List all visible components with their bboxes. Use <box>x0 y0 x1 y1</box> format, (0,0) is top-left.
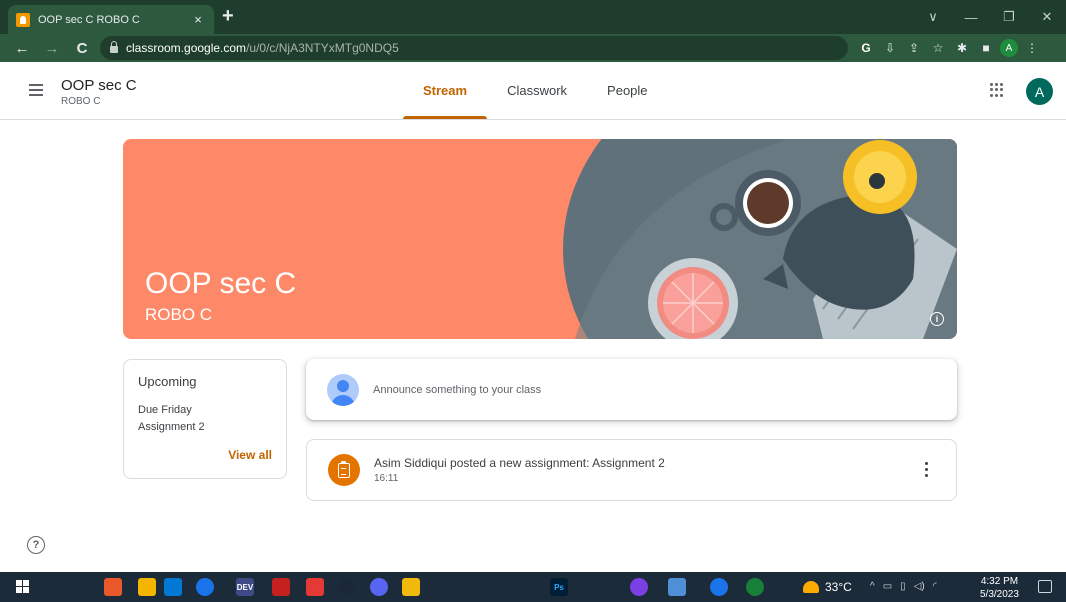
announce-box[interactable]: Announce something to your class <box>306 359 957 420</box>
install-app-icon[interactable]: ⇩ <box>880 38 900 58</box>
classroom-favicon-icon <box>16 12 30 27</box>
windows-taskbar: DEV Ps 33°C ^ ▭ ▯ ◁) ◜ 4:32 PM 5/3/2023 <box>0 572 1066 602</box>
weather-sun-icon <box>803 581 819 593</box>
browser-profile-icon[interactable]: A <box>1000 39 1018 57</box>
chrome-icon[interactable] <box>196 578 214 596</box>
volume-icon[interactable]: ◁) <box>914 581 925 592</box>
tab-title: OOP sec C ROBO C <box>38 13 140 26</box>
side-panel-icon[interactable]: ■ <box>976 38 996 58</box>
minimize-button[interactable]: — <box>952 0 990 34</box>
class-banner: OOP sec C ROBO C i <box>123 139 957 339</box>
classroom-header: OOP sec C ROBO C Stream Classwork People… <box>0 62 1066 120</box>
help-icon[interactable]: ? <box>27 536 45 554</box>
class-section: ROBO C <box>61 96 101 107</box>
battery-icon[interactable]: ▯ <box>900 581 906 592</box>
class-nav-tabs: Stream Classwork People <box>403 62 668 119</box>
post-body: Asim Siddiqui posted a new assignment: A… <box>374 456 665 484</box>
assignment-icon <box>328 454 360 486</box>
chrome-active-icon[interactable] <box>746 578 764 596</box>
announce-placeholder[interactable]: Announce something to your class <box>373 384 541 396</box>
weather-widget[interactable]: 33°C <box>803 580 852 594</box>
upcoming-title: Upcoming <box>138 374 197 389</box>
google-extension-icon[interactable]: G <box>856 38 876 58</box>
banner-illustration <box>563 139 957 339</box>
info-icon[interactable]: i <box>930 312 944 326</box>
post-time: 16:11 <box>374 473 399 484</box>
file-explorer-icon[interactable] <box>138 578 156 596</box>
more-options-icon[interactable] <box>925 462 929 477</box>
bookmark-star-icon[interactable]: ☆ <box>928 38 948 58</box>
media-app-icon[interactable] <box>630 578 648 596</box>
clock-time: 4:32 PM <box>980 576 1019 587</box>
devcpp-icon[interactable] <box>272 578 290 596</box>
vscode-icon[interactable] <box>164 578 182 596</box>
url-path: /u/0/c/NjA3NTYxMTg0NDQ5 <box>246 41 399 55</box>
upcoming-assignment-link[interactable]: Assignment 2 <box>138 421 272 433</box>
class-title[interactable]: OOP sec C <box>61 77 137 94</box>
tab-stream[interactable]: Stream <box>403 62 488 119</box>
account-avatar[interactable]: A <box>1026 78 1053 105</box>
browser-tab-classroom[interactable]: OOP sec C ROBO C × <box>8 5 214 34</box>
discord-icon[interactable] <box>370 578 388 596</box>
new-tab-button[interactable]: + <box>222 6 234 26</box>
reload-button[interactable]: C <box>70 40 94 57</box>
google-apps-icon[interactable] <box>990 83 1004 97</box>
photoshop-icon[interactable]: Ps <box>550 578 568 596</box>
tab-classwork[interactable]: Classwork <box>487 62 587 119</box>
tab-search-icon[interactable]: ∨ <box>914 0 952 34</box>
dev-app-icon[interactable]: DEV <box>236 578 254 596</box>
banner-section: ROBO C <box>145 305 213 324</box>
upcoming-card: Upcoming Due Friday Assignment 2 View al… <box>123 359 287 479</box>
browser-toolbar: ← → C classroom.google.com/u/0/c/NjA3NTY… <box>0 34 1066 62</box>
browser-tab-strip: OOP sec C ROBO C × + ∨ — ❐ ✕ <box>0 0 1066 34</box>
post-text[interactable]: Asim Siddiqui posted a new assignment: A… <box>374 456 665 470</box>
upcoming-due: Due Friday <box>138 404 192 416</box>
banner-class-title: OOP sec C <box>145 267 297 300</box>
tab-close-icon[interactable]: × <box>190 12 206 27</box>
lock-icon[interactable] <box>110 40 118 53</box>
app-icon-orange[interactable] <box>104 578 122 596</box>
browser-menu-icon[interactable]: ⋮ <box>1022 38 1042 58</box>
app-icon-blue[interactable] <box>668 578 686 596</box>
address-bar[interactable]: classroom.google.com/u/0/c/NjA3NTYxMTg0N… <box>100 36 848 60</box>
binance-icon[interactable] <box>402 578 420 596</box>
close-window-button[interactable]: ✕ <box>1028 0 1066 34</box>
restore-button[interactable]: ❐ <box>990 0 1028 34</box>
extensions-puzzle-icon[interactable]: ✱ <box>952 38 972 58</box>
back-button[interactable]: ← <box>10 40 34 57</box>
url-host: classroom.google.com <box>126 41 247 55</box>
stream-post[interactable]: Asim Siddiqui posted a new assignment: A… <box>306 439 957 501</box>
wifi-icon[interactable]: ◜ <box>933 581 937 592</box>
chrome-profile-icon[interactable] <box>710 578 728 596</box>
tab-people[interactable]: People <box>587 62 667 119</box>
weather-temp: 33°C <box>825 580 852 594</box>
user-avatar-icon <box>327 373 359 406</box>
system-tray: ^ ▭ ▯ ◁) ◜ <box>870 581 937 592</box>
window-controls: ∨ — ❐ ✕ <box>914 0 1066 34</box>
steam-icon[interactable] <box>338 578 356 596</box>
share-icon[interactable]: ⇪ <box>904 38 924 58</box>
youtube-icon[interactable] <box>306 578 324 596</box>
view-all-link[interactable]: View all <box>228 448 272 462</box>
windows-start-icon[interactable] <box>14 578 32 596</box>
tray-expand-icon[interactable]: ^ <box>870 581 875 592</box>
clock-date: 5/3/2023 <box>980 589 1019 600</box>
taskbar-clock[interactable]: 4:32 PM 5/3/2023 <box>980 575 1019 601</box>
forward-button[interactable]: → <box>40 40 64 57</box>
notifications-icon[interactable] <box>1038 580 1052 593</box>
main-menu-icon[interactable] <box>29 84 43 96</box>
extension-icons: G ⇩ ⇪ ☆ ✱ ■ A ⋮ <box>856 38 1042 58</box>
network-icon[interactable]: ▭ <box>883 581 892 592</box>
